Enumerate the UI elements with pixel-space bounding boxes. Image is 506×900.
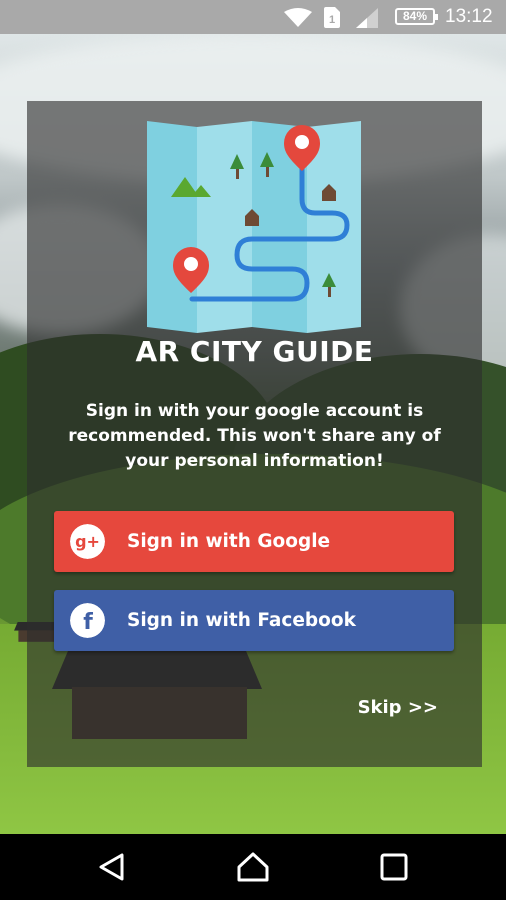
wifi-icon [284,8,312,27]
battery-level: 84% [402,9,428,23]
svg-text:f: f [83,610,93,635]
clock: 13:12 [445,6,493,27]
svg-text:g+: g+ [75,532,100,551]
facebook-icon: f [70,603,105,638]
sign-in-card: AR CITY GUIDE Sign in with your google a… [27,101,482,767]
back-icon[interactable] [96,850,130,884]
sign-in-message: Sign in with your google account is reco… [68,401,441,471]
home-icon[interactable] [236,850,270,884]
recents-icon[interactable] [377,850,411,884]
skip-link[interactable]: Skip >> [358,697,438,718]
sim-slot-number: 1 [329,14,335,26]
facebook-sign-in-button[interactable]: f Sign in with Facebook [54,590,454,651]
cell-signal-icon [356,8,378,28]
battery-icon: 84% [395,8,438,25]
navigation-bar [0,834,506,900]
google-sign-in-label: Sign in with Google [127,531,331,552]
google-sign-in-button[interactable]: g+ Sign in with Google [54,511,454,572]
app-title: AR CITY GUIDE [135,335,374,368]
google-plus-icon: g+ [70,524,105,559]
facebook-sign-in-label: Sign in with Facebook [127,610,356,631]
city-map-icon [147,121,361,333]
sim-card-icon: 1 [324,7,340,28]
status-bar: 1 84% 13:12 [0,0,506,34]
